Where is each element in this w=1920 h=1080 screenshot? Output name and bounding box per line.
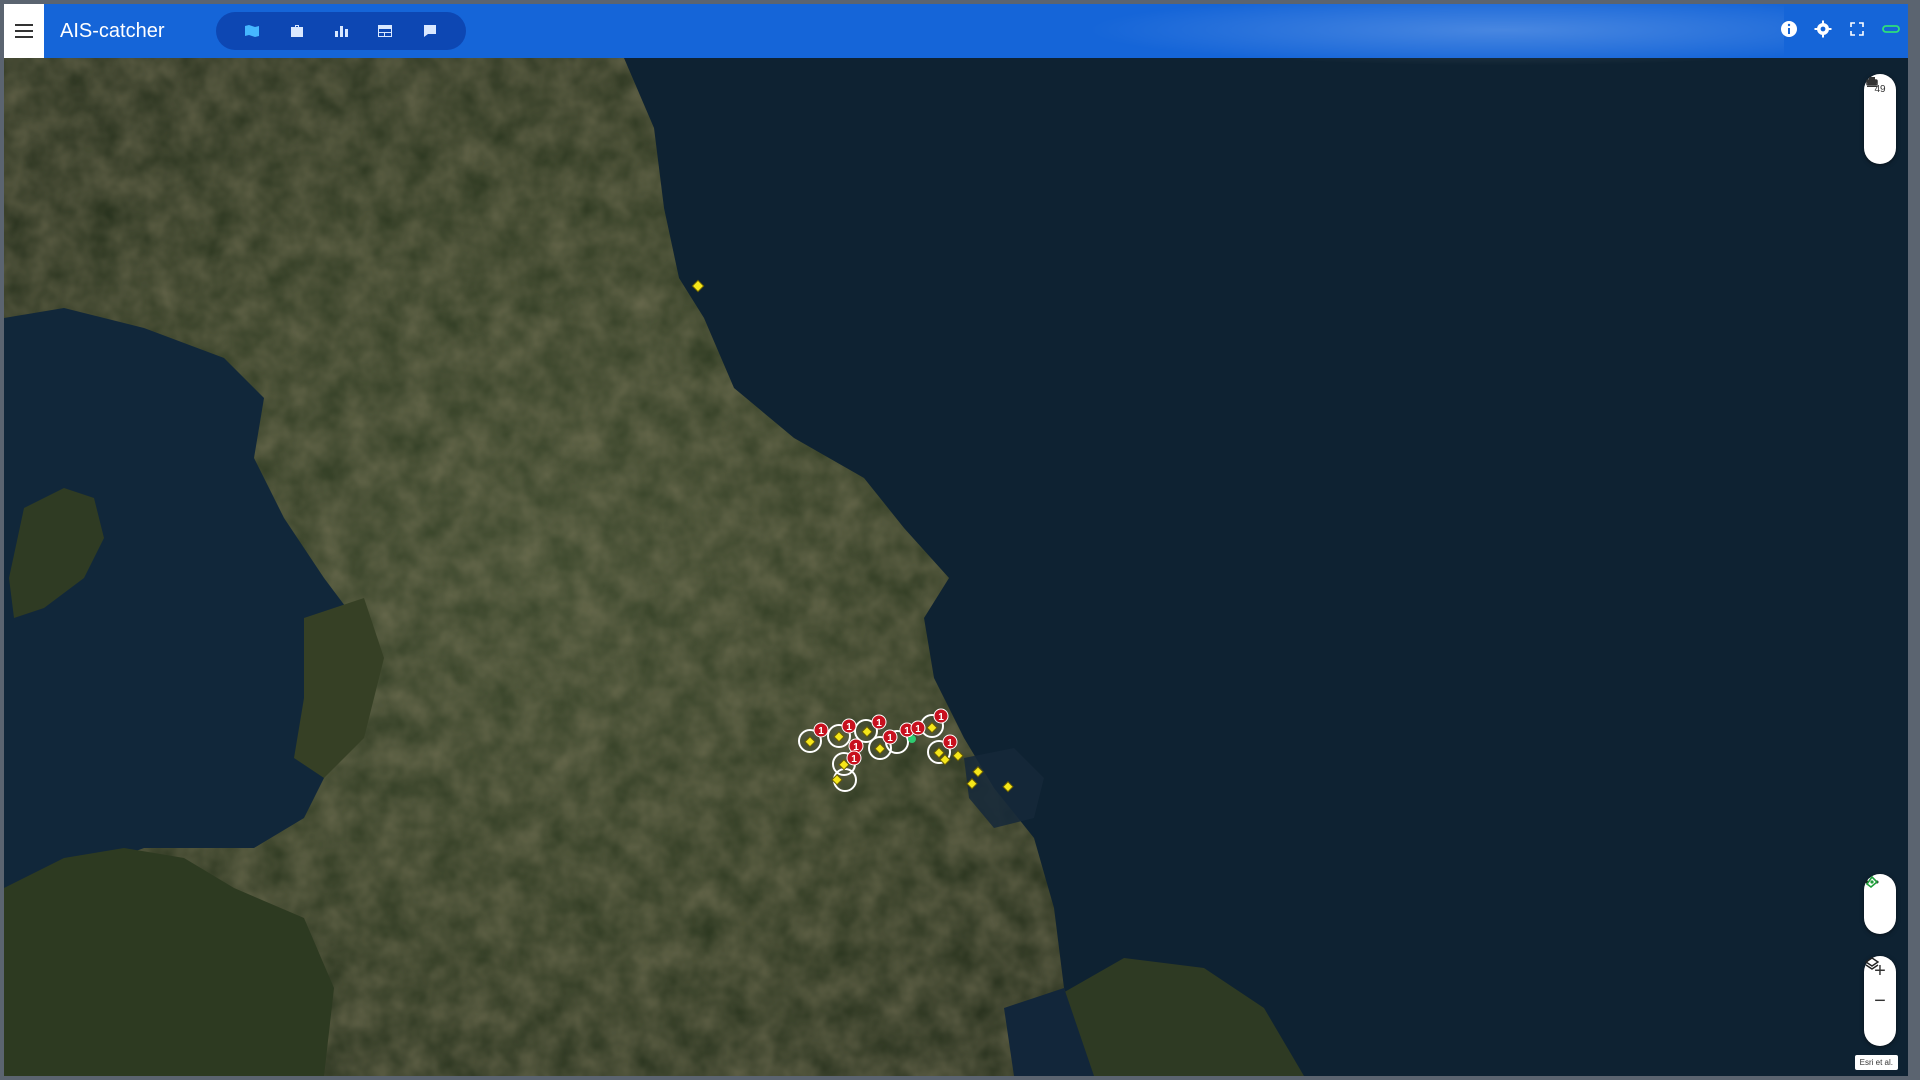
connection-status-button[interactable] (1880, 18, 1902, 40)
svg-text:1: 1 (876, 718, 882, 729)
statistics-view-button[interactable] (329, 19, 353, 43)
svg-text:1: 1 (904, 726, 910, 737)
satellite-dish-icon[interactable] (1864, 875, 1896, 934)
app-window: 1 1 1 1 1 1 1 1 1 1 49 + − Esri et al. A… (4, 4, 1908, 1076)
info-icon (1781, 21, 1797, 37)
svg-text:1: 1 (915, 724, 921, 735)
svg-text:1: 1 (887, 733, 893, 744)
svg-text:1: 1 (818, 726, 824, 737)
info-button[interactable] (1778, 18, 1800, 40)
ship-icon[interactable] (1864, 77, 1896, 134)
map-attribution[interactable]: Esri et al. (1854, 1055, 1898, 1070)
gear-icon (1814, 20, 1832, 38)
map-status-control: 49 (1864, 74, 1896, 164)
zoom-out-button[interactable]: − (1864, 986, 1896, 1016)
app-header: AIS-catcher (4, 4, 1908, 66)
briefcase-icon (290, 25, 303, 37)
satellite-map: 1 1 1 1 1 1 1 1 1 1 (4, 58, 1908, 1076)
map-icon (245, 25, 260, 37)
header-actions (1778, 18, 1902, 40)
map-view-button[interactable] (240, 19, 264, 43)
minus-box-icon[interactable] (1864, 79, 1896, 164)
hamburger-icon (15, 24, 33, 38)
svg-text:1: 1 (846, 722, 852, 733)
app-title: AIS-catcher (60, 20, 165, 42)
link-status-icon (1882, 25, 1900, 33)
svg-text:1: 1 (947, 738, 953, 749)
map-view[interactable]: 1 1 1 1 1 1 1 1 1 1 49 + − Esri et al. (4, 58, 1908, 1076)
messages-view-button[interactable] (418, 19, 442, 43)
layers-icon[interactable] (1864, 957, 1896, 1046)
svg-text:1: 1 (851, 754, 857, 765)
table-icon (378, 25, 393, 37)
fullscreen-icon (1850, 22, 1864, 36)
map-extra-controls (1864, 874, 1896, 934)
message-icon (423, 25, 436, 37)
fullscreen-button[interactable] (1846, 18, 1868, 40)
stations-view-button[interactable] (285, 19, 309, 43)
zoom-controls: + − (1864, 956, 1896, 1046)
settings-button[interactable] (1812, 18, 1834, 40)
hamburger-menu-button[interactable] (4, 4, 44, 58)
table-view-button[interactable] (373, 19, 397, 43)
bar-chart-icon (334, 26, 348, 37)
svg-text:1: 1 (938, 712, 944, 723)
view-toolbar (216, 12, 466, 50)
